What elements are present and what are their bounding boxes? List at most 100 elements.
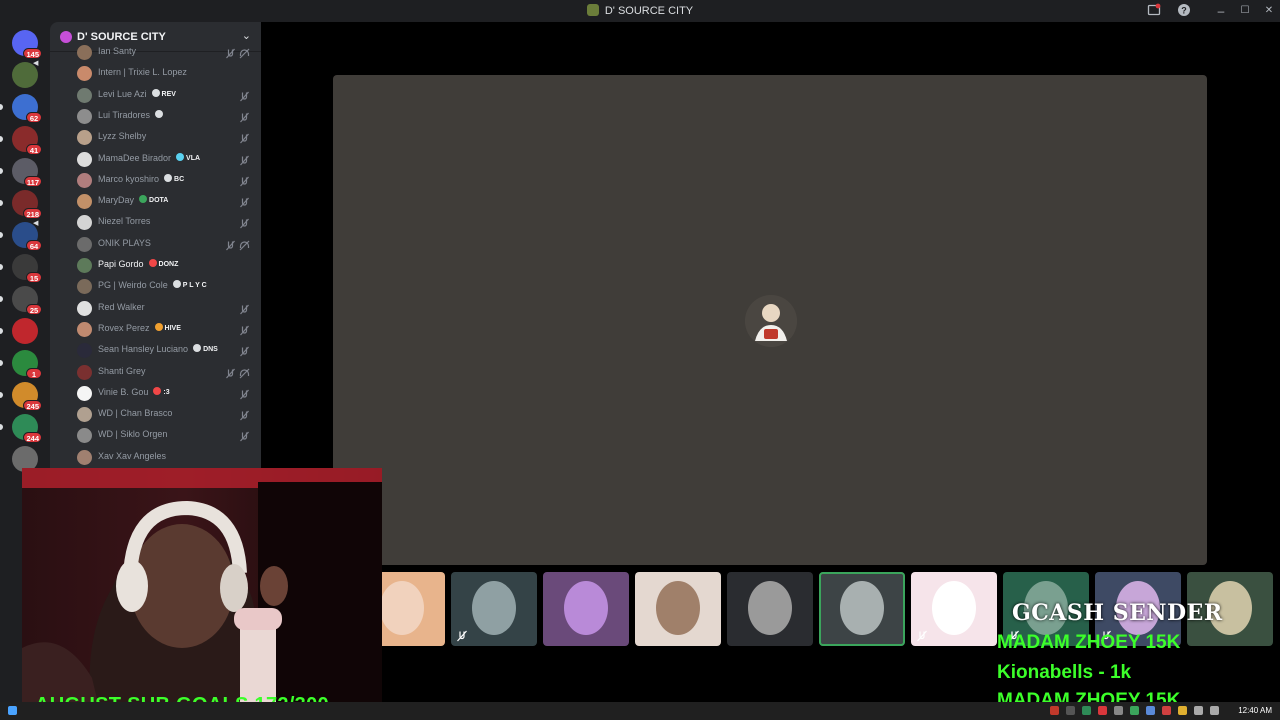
member-name: Lyzz Shelby <box>98 131 146 141</box>
server-icon[interactable]: 117 <box>12 158 42 187</box>
mention-badge: 244 <box>23 432 42 443</box>
tray-icon[interactable] <box>1066 706 1075 715</box>
participant-tile[interactable] <box>635 572 721 646</box>
voice-member[interactable]: Intern | Trixie L. Lopez <box>77 63 257 83</box>
server-icon[interactable]: 218 <box>12 190 42 219</box>
participant-tile[interactable] <box>727 572 813 646</box>
server-icon[interactable]: 41 <box>12 126 42 155</box>
server-icon <box>586 4 599 16</box>
mention-badge: 25 <box>26 304 42 315</box>
chevron-down-icon[interactable]: ⌄ <box>242 29 251 42</box>
tray-icon[interactable] <box>1098 706 1107 715</box>
minimize-button[interactable]: – <box>1213 3 1229 19</box>
unread-pill <box>0 424 3 430</box>
gcash-sender-title: GCASH SENDER <box>1012 600 1223 626</box>
member-name-text: Ian Santy <box>98 46 137 56</box>
unread-pill <box>0 136 3 142</box>
help-icon[interactable]: ? <box>1176 3 1192 19</box>
member-name: Xav Xav Angeles <box>98 451 166 461</box>
title-bar: D' SOURCE CITY ? – ☐ ✕ <box>0 0 1280 22</box>
voice-member[interactable]: Red Walker <box>77 298 257 318</box>
speaker-icon[interactable] <box>1210 706 1219 715</box>
server-icon[interactable]: 245 <box>12 382 42 411</box>
voice-member[interactable]: Lyzz Shelby <box>77 127 257 147</box>
server-icon[interactable]: 244 <box>12 414 42 443</box>
server-tag: DONZ <box>148 259 178 268</box>
discord-home-icon[interactable]: 145 <box>12 30 42 59</box>
voice-member[interactable]: Sean Hansley Luciano DNS <box>77 340 257 360</box>
gcash-line: Kionabells - 1k <box>997 662 1132 683</box>
participant-tile[interactable] <box>911 572 997 646</box>
server-icon[interactable]: 64 ◀ <box>12 220 42 251</box>
unread-pill <box>0 360 3 366</box>
taskbar-clock[interactable]: 12:40 AM <box>1238 706 1272 715</box>
voice-member[interactable]: WD | Siklo Orgen <box>77 425 257 445</box>
participant-tile[interactable] <box>819 572 905 646</box>
avatar <box>77 152 92 167</box>
server-tag: VLA <box>176 153 200 162</box>
participant-avatar <box>564 581 608 635</box>
server-icon[interactable]: ◀ <box>12 60 38 88</box>
voice-member[interactable]: Xav Xav Angeles <box>77 447 257 467</box>
voice-member[interactable]: ONIK PLAYS <box>77 234 257 254</box>
voice-member[interactable]: Ian Santy <box>77 42 257 62</box>
server-tag-text: HIVE <box>164 325 181 332</box>
close-button[interactable]: ✕ <box>1261 3 1277 19</box>
mic-muted-icon <box>916 629 928 642</box>
server-icon[interactable] <box>12 318 38 344</box>
participant-tile[interactable] <box>543 572 629 646</box>
voice-member[interactable]: MamaDee Birador VLA <box>77 149 257 169</box>
voice-member[interactable]: Rovex Perez HIVE <box>77 319 257 339</box>
member-name-text: Papi Gordo <box>98 259 144 269</box>
member-name-text: Intern | Trixie L. Lopez <box>98 67 187 77</box>
voice-member[interactable]: WD | Chan Brasco <box>77 404 257 424</box>
speaker-avatar[interactable] <box>745 295 797 347</box>
voice-member[interactable]: Niezel Torres <box>77 212 257 232</box>
server-tag-text: P L Y C <box>182 282 207 289</box>
mic-muted-icon <box>239 153 250 166</box>
voice-member[interactable]: Shanti Grey <box>77 362 257 382</box>
tray-icon[interactable] <box>1130 706 1139 715</box>
tray-icon[interactable] <box>1146 706 1155 715</box>
avatar <box>77 237 92 252</box>
voice-member[interactable]: MaryDay DOTA <box>77 191 257 211</box>
participant-avatar <box>748 581 792 635</box>
mic-muted-icon <box>239 195 250 208</box>
member-name-text: Levi Lue Azi <box>98 89 147 99</box>
voice-member[interactable]: Lui Tiradores <box>77 106 257 126</box>
member-name-text: Niezel Torres <box>98 216 151 226</box>
server-icon[interactable]: 62 <box>12 94 42 123</box>
member-name: Shanti Grey <box>98 366 146 376</box>
tag-icon <box>139 195 148 203</box>
tray-icon[interactable] <box>1178 706 1187 715</box>
voice-member[interactable]: Levi Lue Azi REV <box>77 85 257 105</box>
participant-tile[interactable] <box>451 572 537 646</box>
deafened-icon <box>239 46 250 59</box>
voice-member[interactable]: PG | Weirdo Cole P L Y C <box>77 276 257 296</box>
wifi-icon[interactable] <box>1194 706 1203 715</box>
inbox-icon[interactable] <box>1146 3 1162 19</box>
maximize-button[interactable]: ☐ <box>1237 3 1253 19</box>
tray-icon[interactable] <box>1114 706 1123 715</box>
server-icon[interactable]: 1 <box>12 350 42 379</box>
windows-start-icon[interactable] <box>8 706 17 715</box>
voice-member[interactable]: Vinie B. Gou:3 <box>77 383 257 403</box>
voice-member[interactable]: Marco kyoshiro BC <box>77 170 257 190</box>
avatar <box>77 279 92 294</box>
mic-muted-icon <box>239 89 250 102</box>
tray-icon[interactable] <box>1082 706 1091 715</box>
mention-badge: 41 <box>26 144 42 155</box>
tray-icon[interactable] <box>1050 706 1059 715</box>
unread-pill <box>0 392 3 398</box>
tray-icon[interactable] <box>1162 706 1171 715</box>
server-icon[interactable]: 15 <box>12 254 42 283</box>
server-tag: DOTA <box>139 195 168 204</box>
server-tag-text: BC <box>174 176 185 183</box>
voice-member[interactable]: Papi Gordo DONZ <box>77 255 257 275</box>
server-tag-text: VLA <box>186 155 201 162</box>
server-icon[interactable]: 25 <box>12 286 42 315</box>
mic-muted-icon <box>225 238 236 251</box>
mic-muted-icon <box>225 46 236 59</box>
tag-icon <box>155 110 164 118</box>
server-tag: P L Y C <box>172 280 207 289</box>
